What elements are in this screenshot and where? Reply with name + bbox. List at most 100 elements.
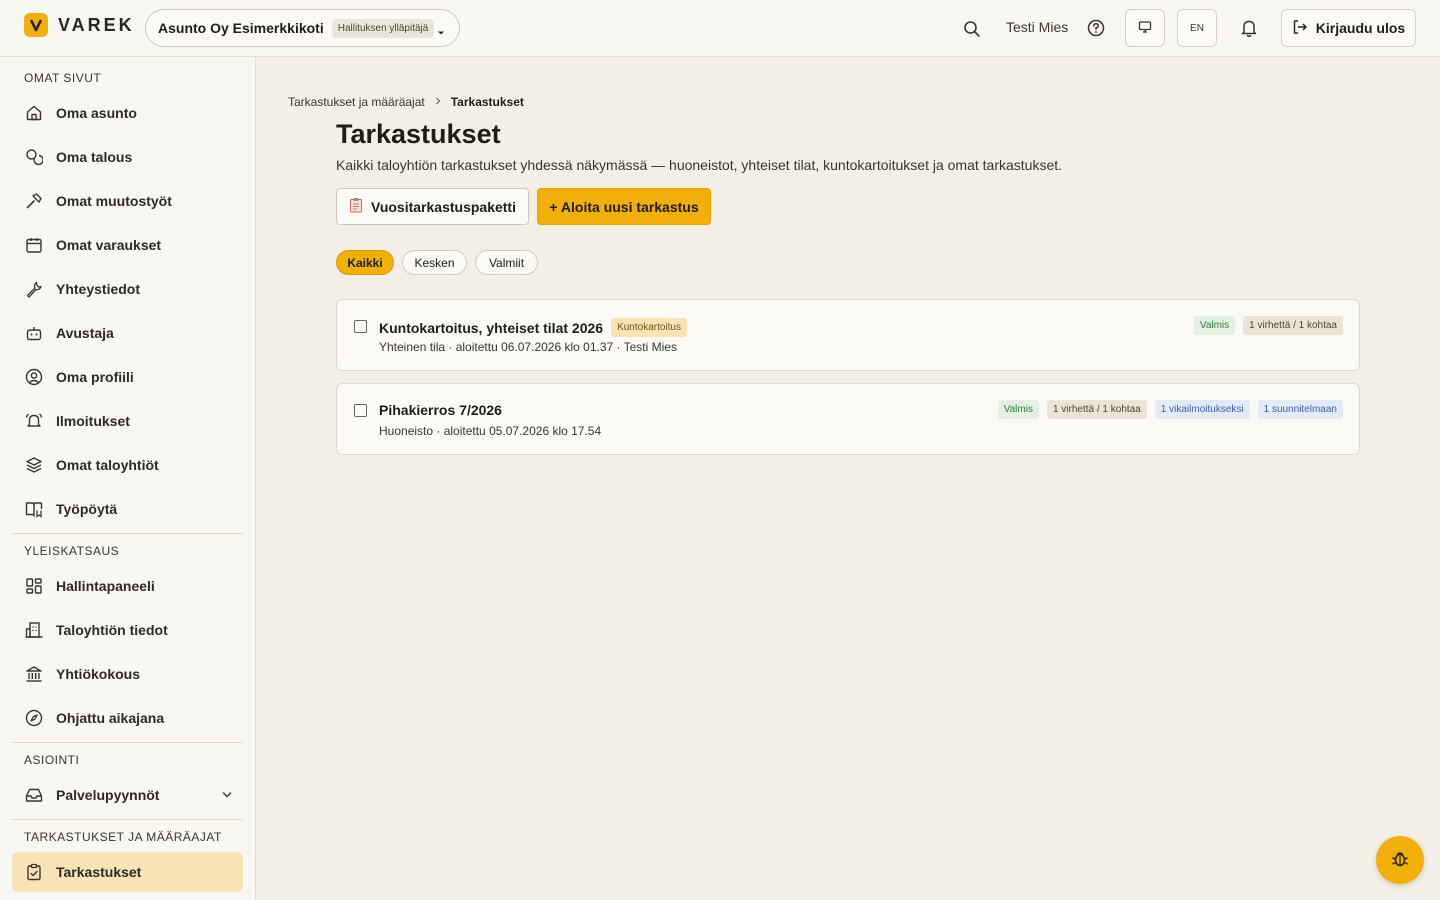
annual-inspection-package-button[interactable]: Vuositarkastuspaketti: [336, 188, 529, 225]
sidebar-divider: [12, 533, 243, 534]
sidebar-item-label: Oma profiili: [56, 369, 134, 385]
sidebar-item-label: Omat taloyhtiöt: [56, 457, 159, 473]
sidebar-item-omat-muutostyot[interactable]: Omat muutostyöt: [12, 181, 243, 221]
page-subtitle: Kaikki taloyhtiön tarkastukset yhdessä n…: [336, 157, 1063, 173]
search-icon[interactable]: [962, 19, 982, 39]
sidebar-item-label: Palvelupyynnöt: [56, 787, 160, 803]
inspection-meta: Yhteinen tila · aloitettu 06.07.2026 klo…: [379, 340, 677, 354]
inspection-title: Pihakierros 7/2026: [379, 402, 502, 418]
inbox-icon: [24, 785, 44, 805]
logo-mark-icon: [24, 13, 48, 37]
sidebar-item-yhtiokokous[interactable]: Yhtiökokous: [12, 654, 243, 694]
breadcrumb-current: Tarkastukset: [450, 95, 524, 109]
section-title-omat-sivut: OMAT SIVUT: [24, 71, 102, 85]
dashboard-icon: [24, 576, 44, 596]
sidebar-item-yhteystiedot[interactable]: Yhteystiedot: [12, 269, 243, 309]
plan-badge: 1 suunnitelmaan: [1257, 400, 1343, 419]
start-new-inspection-label: + Aloita uusi tarkastus: [549, 198, 699, 215]
coins-icon: [24, 147, 44, 167]
clipboard-check-icon: [24, 862, 44, 882]
calendar-icon: [24, 235, 44, 255]
sidebar-item-label: Ilmoitukset: [56, 413, 130, 429]
sidebar-item-hallintapaneeli[interactable]: Hallintapaneeli: [12, 566, 243, 606]
sidebar-item-label: Avustaja: [56, 325, 114, 341]
language-button[interactable]: EN: [1177, 9, 1217, 47]
sidebar-item-oma-asunto[interactable]: Oma asunto: [12, 93, 243, 133]
monitor-icon: [1138, 20, 1152, 37]
logout-button[interactable]: Kirjaudu ulos: [1281, 9, 1416, 47]
sidebar-item-taloyhtion-tiedot[interactable]: Taloyhtiön tiedot: [12, 610, 243, 650]
filter-all-label: Kaikki: [347, 255, 383, 270]
chevron-right-icon: [433, 95, 443, 109]
status-badge: Valmis: [1193, 316, 1236, 335]
select-checkbox[interactable]: [354, 404, 367, 417]
start-new-inspection-button[interactable]: + Aloita uusi tarkastus: [537, 188, 711, 225]
user-circle-icon: [24, 367, 44, 387]
sidebar-item-label: Taloyhtiön tiedot: [56, 622, 168, 638]
language-label: EN: [1190, 22, 1204, 34]
hammer-icon: [24, 191, 44, 211]
filter-in-progress-chip[interactable]: Kesken: [402, 250, 467, 275]
sidebar-item-label: Ohjattu aikajana: [56, 710, 165, 726]
sidebar-item-omat-taloyhtiot[interactable]: Omat taloyhtiöt: [12, 445, 243, 485]
sidebar-item-palvelupyynnot[interactable]: Palvelupyynnöt: [12, 775, 243, 815]
logout-icon: [1292, 19, 1308, 38]
bot-icon: [24, 323, 44, 343]
user-name[interactable]: Testi Mies: [1006, 19, 1068, 35]
page-title: Tarkastukset: [336, 119, 501, 149]
sidebar-item-oma-profiili[interactable]: Oma profiili: [12, 357, 243, 397]
sidebar-item-tarkastukset[interactable]: Tarkastukset: [12, 852, 243, 892]
sidebar-item-omat-varaukset[interactable]: Omat varaukset: [12, 225, 243, 265]
sidebar-item-label: Oma asunto: [56, 105, 137, 121]
sidebar-item-ilmoitukset[interactable]: Ilmoitukset: [12, 401, 243, 441]
chevron-down-icon[interactable]: [221, 788, 233, 804]
annual-package-label: Vuositarkastuspaketti: [371, 198, 516, 215]
sidebar-item-ohjattu-aikajana[interactable]: Ohjattu aikajana: [12, 698, 243, 738]
sidebar-item-oma-talous[interactable]: Oma talous: [12, 137, 243, 177]
inspection-card[interactable]: Pihakierros 7/2026 Huoneisto · aloitettu…: [336, 383, 1360, 455]
sidebar: OMAT SIVUT Oma asunto Oma talous Omat mu…: [0, 57, 256, 900]
bug-icon: [1390, 849, 1410, 872]
breadcrumb-parent-link[interactable]: Tarkastukset ja määräajat: [288, 95, 425, 109]
organization-selector[interactable]: Asunto Oy Esimerkkikoti Hallituksen yllä…: [145, 9, 460, 47]
landmark-icon: [24, 664, 44, 684]
sidebar-item-label: Hallintapaneeli: [56, 578, 155, 594]
bell-ring-icon: [24, 411, 44, 431]
filter-all-chip[interactable]: Kaikki: [336, 250, 394, 275]
sidebar-divider: [12, 742, 243, 743]
help-icon[interactable]: [1086, 18, 1106, 38]
fault-report-badge: 1 vikailmoitukseksi: [1154, 400, 1250, 419]
select-checkbox[interactable]: [354, 320, 367, 333]
home-icon: [24, 103, 44, 123]
inspection-title-row: Kuntokartoitus, yhteiset tilat 2026 Kunt…: [379, 318, 687, 337]
inspection-card[interactable]: Kuntokartoitus, yhteiset tilat 2026 Kunt…: [336, 299, 1360, 371]
clipboard-icon: [349, 197, 363, 216]
section-title-asiointi: ASIOINTI: [24, 753, 80, 767]
section-title-tarkastukset: TARKASTUKSET JA MÄÄRÄAJAT: [24, 830, 222, 844]
inspection-title: Kuntokartoitus, yhteiset tilat 2026: [379, 319, 604, 336]
breadcrumb: Tarkastukset ja määräajat Tarkastukset: [288, 95, 524, 109]
sidebar-item-avustaja[interactable]: Avustaja: [12, 313, 243, 353]
role-badge: Hallituksen ylläpitäjä: [331, 18, 435, 38]
filter-done-chip[interactable]: Valmiit: [475, 250, 538, 275]
inspection-meta: Huoneisto · aloitettu 05.07.2026 klo 17.…: [379, 424, 602, 438]
bell-icon[interactable]: [1239, 18, 1259, 38]
logo[interactable]: VAREK: [24, 13, 135, 37]
sidebar-item-label: Yhteystiedot: [56, 281, 141, 297]
section-title-yleiskatsaus: YLEISKATSAUS: [24, 544, 120, 558]
display-mode-button[interactable]: [1125, 9, 1165, 47]
bug-report-button[interactable]: [1376, 836, 1424, 884]
filter-in-progress-label: Kesken: [414, 255, 455, 270]
sidebar-item-tyopoyta[interactable]: Työpöytä: [12, 489, 243, 529]
sidebar-item-label: Omat varaukset: [56, 237, 162, 253]
defects-badge: 1 virhettä / 1 kohtaa: [1046, 400, 1147, 419]
logout-label: Kirjaudu ulos: [1315, 20, 1406, 36]
sidebar-item-label: Oma talous: [56, 149, 133, 165]
status-badge: Valmis: [997, 400, 1039, 419]
inspection-badges: Valmis 1 virhettä / 1 kohtaa: [1193, 316, 1343, 335]
sidebar-item-label: Omat muutostyöt: [56, 193, 172, 209]
book-open-icon: [24, 499, 44, 519]
sidebar-divider: [12, 819, 243, 820]
defects-badge: 1 virhettä / 1 kohtaa: [1243, 316, 1343, 335]
sidebar-item-label: Työpöytä: [56, 501, 118, 517]
